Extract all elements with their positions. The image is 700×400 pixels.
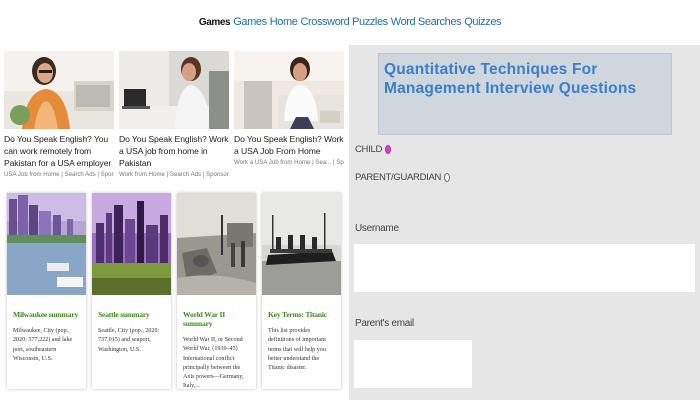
ad-title[interactable]: Do You Speak English? Work a USA job fro… xyxy=(119,133,229,169)
nav-link-crossword-puzzles[interactable]: Crossword Puzzles xyxy=(300,16,388,28)
ad-item[interactable]: Do You Speak English? You can work remot… xyxy=(4,51,114,178)
radio-parent[interactable] xyxy=(444,173,451,182)
radio-child-label: CHILD xyxy=(355,144,383,155)
article-card[interactable]: Seattle summary Seattle, City (pop., 202… xyxy=(92,193,171,389)
ad-title[interactable]: Do You Speak English? You can work remot… xyxy=(4,133,114,169)
ad-image[interactable] xyxy=(4,51,114,129)
article-card[interactable]: Key Terms: Titanic This list provides de… xyxy=(262,193,341,389)
card-title[interactable]: Seattle summary xyxy=(98,310,165,319)
card-image[interactable] xyxy=(177,193,256,295)
ad-meta: USA Job from Home | Search Ads | Sponsor… xyxy=(4,171,114,178)
card-title[interactable]: World War II summary xyxy=(183,310,250,328)
card-description: World War II, or Second World War, (1939… xyxy=(183,337,244,390)
article-card[interactable]: Milwaukee summary Milwaukee, City (pop.,… xyxy=(7,193,86,389)
ad-item[interactable]: Do You Speak English? Work a USA job fro… xyxy=(119,51,229,178)
card-image[interactable] xyxy=(92,193,171,295)
ad-image[interactable] xyxy=(234,51,344,129)
card-image[interactable] xyxy=(262,193,341,295)
ad-image[interactable] xyxy=(119,51,229,129)
parent-email-label: Parent's email xyxy=(355,318,414,329)
radio-parent-row[interactable]: PARENT/GUARDIAN xyxy=(355,172,451,183)
nav-link-word-searches[interactable]: Word Searches xyxy=(391,16,462,28)
card-title[interactable]: Milwaukee summary xyxy=(13,310,80,319)
radio-child-row[interactable]: CHILD xyxy=(355,144,392,155)
quiz-banner[interactable]: Quantitative Techniques For Management I… xyxy=(378,53,672,135)
ad-meta: Work a USA Job from Home | Sea... | Spon… xyxy=(234,159,344,166)
nav-link-games[interactable]: Games xyxy=(233,16,267,28)
username-label: Username xyxy=(355,223,399,234)
nav-link-quizzes[interactable]: Quizzes xyxy=(464,16,501,28)
card-description: Seattle, City (pop., 2020: 737,015) and … xyxy=(98,328,160,353)
radio-child[interactable] xyxy=(385,145,392,154)
card-description: Milwaukee, City (pop., 2020: 577,222) an… xyxy=(13,328,73,362)
top-nav: Games Games Home Crossword Puzzles Word … xyxy=(0,0,700,44)
site-brand[interactable]: Games xyxy=(199,17,231,28)
card-description: This list provides definitions of im­por… xyxy=(268,328,326,372)
card-image[interactable] xyxy=(7,193,86,295)
parent-email-input[interactable] xyxy=(354,340,472,388)
ad-meta: Work from Home | Search Ads | Sponsored xyxy=(119,171,229,178)
article-card[interactable]: World War II summary World War II, or Se… xyxy=(177,193,256,389)
ad-item[interactable]: Do You Speak English? Work a USA Job Fro… xyxy=(234,51,344,166)
nav-link-home[interactable]: Home xyxy=(270,16,298,28)
ad-title[interactable]: Do You Speak English? Work a USA Job Fro… xyxy=(234,133,344,157)
radio-parent-label: PARENT/GUARDIAN xyxy=(355,172,442,183)
banner-text: Quantitative Techniques For Management I… xyxy=(384,61,637,97)
card-title[interactable]: Key Terms: Titanic xyxy=(268,310,335,319)
signup-panel: Quantitative Techniques For Management I… xyxy=(349,45,700,400)
username-input[interactable] xyxy=(354,244,695,292)
